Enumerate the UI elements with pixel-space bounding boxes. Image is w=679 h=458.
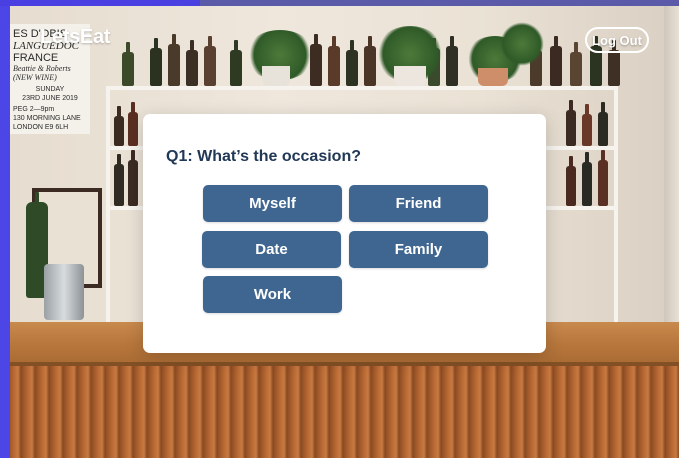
bar-counter-front (10, 366, 679, 458)
quiz-card: Q1: What’s the occasion? Myself Friend D… (143, 114, 546, 353)
logout-button[interactable]: Log Out (585, 27, 649, 53)
option-work-button[interactable]: Work (203, 276, 342, 313)
app-logo[interactable]: LetsEat (40, 26, 110, 49)
water-tap (44, 264, 84, 320)
option-friend-button[interactable]: Friend (349, 185, 488, 222)
option-family-button[interactable]: Family (349, 231, 488, 268)
option-myself-button[interactable]: Myself (203, 185, 342, 222)
left-accent-strip (0, 0, 10, 458)
option-date-button[interactable]: Date (202, 231, 341, 268)
right-pillar (664, 6, 679, 336)
top-shelf-bottles (10, 22, 679, 86)
app-window: ES D'OBIS LANGUEDOC FRANCE Beattie & Rob… (0, 0, 679, 458)
question-title: Q1: What’s the occasion? (166, 148, 361, 165)
